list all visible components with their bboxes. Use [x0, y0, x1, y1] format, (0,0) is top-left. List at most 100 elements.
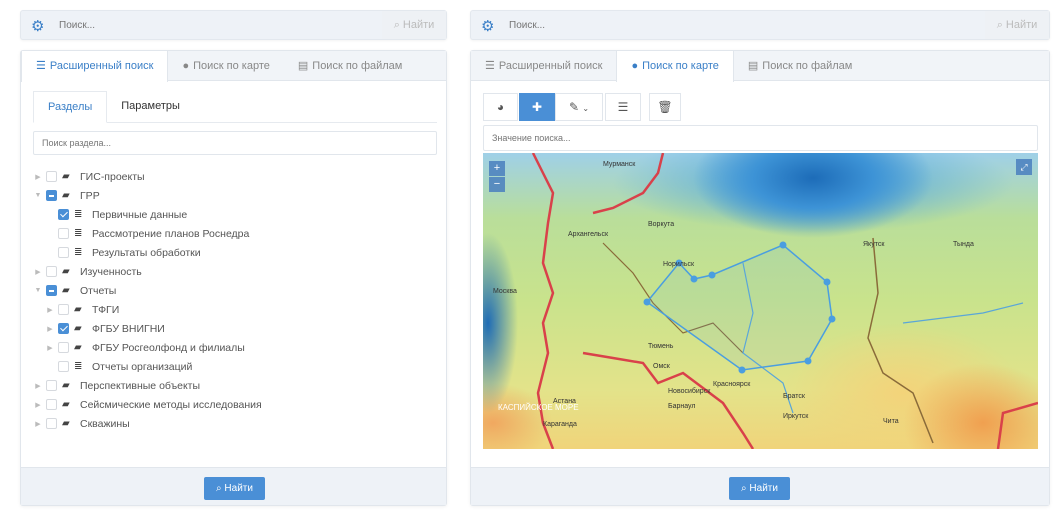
tab-map-search[interactable]: ● Поиск по карте: [616, 51, 734, 82]
tab-advanced-search[interactable]: ☰ Расширенный поиск: [21, 51, 169, 82]
fullscreen-button[interactable]: ⤢: [1016, 159, 1032, 175]
tab-label: Расширенный поиск: [498, 60, 603, 72]
tree-checkbox[interactable]: [58, 247, 69, 258]
map-view[interactable]: + − ⤢ Мурманск Архангельск Воркута Норильск…: [483, 153, 1038, 449]
find-label: Найти: [224, 483, 253, 494]
tab-map-search[interactable]: ● Поиск по карте: [168, 51, 283, 80]
left-search-input[interactable]: [59, 14, 359, 36]
right-search-bar: ⚙ ⌕ Найти: [470, 10, 1050, 40]
chevron-right-icon[interactable]: ▶: [33, 268, 43, 276]
tree-item-label: Отчеты: [80, 284, 117, 297]
tree-checkbox[interactable]: [46, 380, 57, 391]
search-icon: ⌕: [996, 19, 1006, 31]
right-find-button[interactable]: ⌕ Найти: [729, 477, 790, 500]
chevron-right-icon[interactable]: ▶: [33, 420, 43, 428]
globe-icon: ●: [631, 60, 639, 72]
map-city-label: Барнаул: [668, 403, 696, 410]
map-city-label: Красноярск: [713, 381, 751, 388]
chevron-down-icon[interactable]: ▼: [33, 192, 43, 199]
region-line: [867, 237, 934, 444]
pan-button[interactable]: ✚: [519, 93, 555, 121]
tree-checkbox[interactable]: [46, 190, 57, 201]
tree-item[interactable]: ▶ ▰ Сейсмические методы исследования: [33, 395, 433, 414]
chevron-right-icon[interactable]: ▶: [45, 344, 55, 352]
left-find-button[interactable]: ⌕ Найти: [204, 477, 265, 500]
tree-item[interactable]: ▶ ▰ Скважины: [33, 414, 433, 433]
chevron-right-icon[interactable]: ▶: [45, 306, 55, 314]
chevron-right-icon[interactable]: ▶: [45, 325, 55, 333]
tab-file-search[interactable]: ▤ Поиск по файлам: [734, 51, 867, 80]
tab-label: Поиск по файлам: [312, 60, 403, 72]
globe-layer-button[interactable]: ◕: [483, 93, 518, 121]
tree-item-label: ГИС-проекты: [80, 170, 145, 183]
draw-dropdown-button[interactable]: ✎ ⌄: [555, 93, 603, 121]
subtab-parameters[interactable]: Параметры: [107, 91, 194, 122]
border-line: [996, 401, 1038, 449]
chevron-right-icon[interactable]: ▶: [33, 173, 43, 181]
tree-item-label: Отчеты организаций: [92, 360, 193, 373]
tree-item-label: Перспективные объекты: [80, 379, 201, 392]
tree-checkbox[interactable]: [58, 304, 69, 315]
section-search-input[interactable]: [33, 131, 437, 155]
left-top-find-button[interactable]: ⌕ Найти: [382, 11, 446, 39]
folder-open-icon: ▰: [62, 190, 70, 201]
tree-checkbox[interactable]: [46, 285, 57, 296]
globe-icon: ◕: [496, 100, 505, 114]
tree-checkbox[interactable]: [58, 228, 69, 239]
zoom-in-button[interactable]: +: [489, 161, 505, 176]
gear-icon[interactable]: ⚙: [481, 17, 494, 35]
folder-open-icon: ▰: [74, 342, 82, 353]
map-city-label: Караганда: [543, 421, 577, 428]
tree-checkbox[interactable]: [58, 209, 69, 220]
tree-checkbox[interactable]: [58, 342, 69, 353]
left-footer: ⌕ Найти: [21, 467, 446, 505]
map-city-label: Чита: [883, 418, 899, 425]
zoom-out-button[interactable]: −: [489, 177, 505, 192]
tree-item[interactable]: ▶ ▰ Перспективные объекты: [33, 376, 433, 395]
right-top-find-button[interactable]: ⌕ Найти: [985, 11, 1049, 39]
map-search-input[interactable]: [483, 125, 1038, 151]
folder-open-icon: ▰: [62, 399, 70, 410]
tab-label: Поиск по файлам: [762, 60, 853, 72]
tree-item[interactable]: ▼ ▰ Отчеты: [33, 281, 433, 300]
tree-checkbox[interactable]: [46, 399, 57, 410]
tree-item[interactable]: ▼ ▰ ГРР: [33, 186, 433, 205]
folder-open-icon: ▰: [62, 266, 70, 277]
map-city-label: Новосибирск: [668, 388, 711, 395]
chevron-down-icon: ⌄: [582, 104, 590, 113]
tree-item[interactable]: ≣ Рассмотрение планов Роснедра: [33, 224, 433, 243]
delete-button[interactable]: 🗑: [649, 93, 681, 121]
chevron-down-icon[interactable]: ▼: [33, 287, 43, 294]
folder-open-icon: ▰: [74, 323, 82, 334]
right-panel: ☰ Расширенный поиск ● Поиск по карте ▤ Поис…: [470, 50, 1050, 506]
tree-item[interactable]: ≣ Первичные данные: [33, 205, 433, 224]
chevron-right-icon[interactable]: ▶: [33, 382, 43, 390]
tree-checkbox[interactable]: [46, 418, 57, 429]
tree-checkbox[interactable]: [58, 361, 69, 372]
tree-item[interactable]: ▶ ▰ ГИС-проекты: [33, 167, 433, 186]
tree-checkbox[interactable]: [58, 323, 69, 334]
subtab-sections[interactable]: Разделы: [33, 91, 108, 123]
list-button[interactable]: ☰: [605, 93, 641, 121]
right-footer: ⌕ Найти: [471, 467, 1049, 505]
map-city-label: Воркута: [648, 221, 675, 228]
tree-item[interactable]: ▶ ▰ ФГБУ ВНИГНИ: [33, 319, 433, 338]
tab-file-search[interactable]: ▤ Поиск по файлам: [284, 51, 417, 80]
list-icon: ☰: [485, 60, 495, 72]
tab-advanced-search[interactable]: ☰ Расширенный поиск: [471, 51, 616, 80]
file-icon: ▤: [747, 60, 759, 72]
file-icon: ▤: [297, 60, 309, 72]
tree-checkbox[interactable]: [46, 266, 57, 277]
tree-item-label: ТФГИ: [92, 303, 120, 316]
tree-checkbox[interactable]: [46, 171, 57, 182]
tree-item[interactable]: ▶ ▰ ТФГИ: [33, 300, 433, 319]
tree-item[interactable]: ▶ ▰ ФГБУ Росгеолфонд и филиалы: [33, 338, 433, 357]
right-search-input[interactable]: [509, 14, 959, 36]
chevron-right-icon[interactable]: ▶: [33, 401, 43, 409]
tree-item-label: Рассмотрение планов Роснедра: [92, 227, 250, 240]
gear-icon[interactable]: ⚙: [31, 17, 44, 35]
tree-item[interactable]: ≣ Результаты обработки: [33, 243, 433, 262]
tree-item[interactable]: ≣ Отчеты организаций: [33, 357, 433, 376]
tree-item[interactable]: ▶ ▰ Изученность: [33, 262, 433, 281]
folder-open-icon: ▰: [62, 418, 70, 429]
